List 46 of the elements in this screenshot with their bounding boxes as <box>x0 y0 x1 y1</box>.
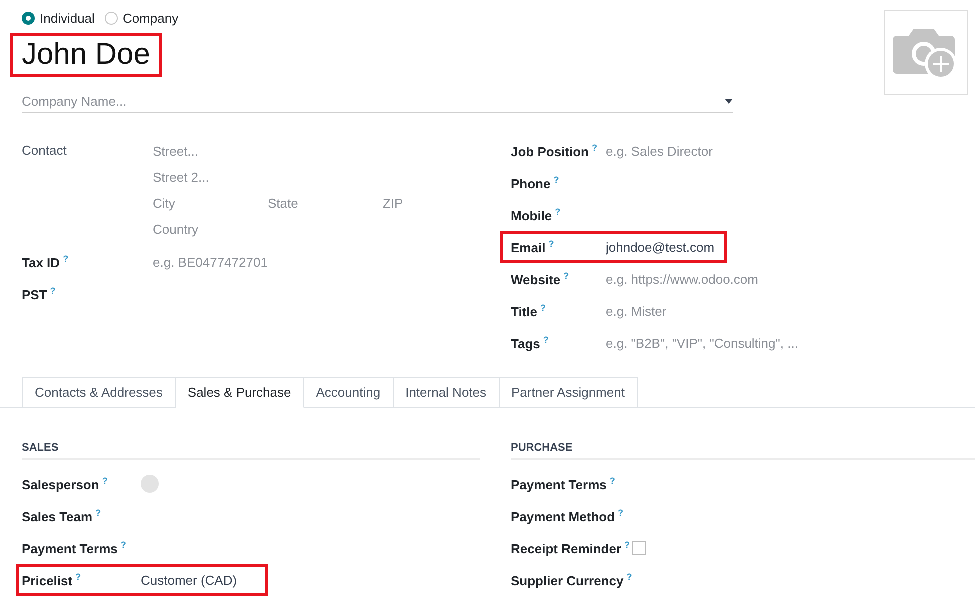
checkbox[interactable] <box>632 541 646 555</box>
input-field[interactable]: Customer (CAD) <box>141 572 255 588</box>
input-field[interactable]: johndoe@test.com <box>606 240 720 254</box>
address-field[interactable]: City <box>153 196 268 210</box>
tab[interactable]: Sales & Purchase <box>176 377 304 408</box>
tab[interactable]: Partner Assignment <box>500 377 638 408</box>
field-label: Payment Terms $^{?}$ <box>511 476 616 492</box>
tab[interactable]: Contacts & Addresses <box>22 377 176 408</box>
field-label: Contact <box>22 142 68 160</box>
field-label: Job Position $^{?}$ <box>511 142 598 160</box>
field-label: Title $^{?}$ <box>511 302 547 320</box>
section-heading: PURCHASE <box>511 442 975 460</box>
field-label: Pricelist $^{?}$ <box>22 572 82 588</box>
address-field[interactable]: State <box>268 196 383 210</box>
address-field[interactable]: Street 2... <box>153 170 268 184</box>
contact-name-field[interactable]: John Doe <box>10 33 162 77</box>
tab[interactable]: Internal Notes <box>394 377 500 408</box>
field-label: Mobile $^{?}$ <box>511 206 562 224</box>
field-label: Tags $^{?}$ <box>511 334 550 352</box>
input-field[interactable]: e.g. Mister <box>606 304 936 318</box>
field-label: Receipt Reminder $^{?}$ <box>511 540 630 556</box>
input-field[interactable]: e.g. BE0477472701 <box>153 254 483 270</box>
partner-type-radio[interactable]: Individual <box>22 11 95 26</box>
partner-type-radio[interactable]: Company <box>104 11 179 26</box>
caret-icon <box>725 98 733 104</box>
input-field[interactable]: e.g. Sales Director <box>606 144 936 158</box>
company-name-field[interactable]: Company Name... <box>22 94 725 108</box>
field-label: Salesperson $^{?}$ <box>22 476 109 492</box>
field-label: Email $^{?}$ <box>511 238 556 256</box>
field-label: Website $^{?}$ <box>511 270 570 288</box>
field-label: Supplier Currency $^{?}$ <box>511 572 632 588</box>
photo-upload[interactable] <box>884 10 968 95</box>
avatar-placeholder-icon[interactable] <box>141 475 159 493</box>
input-field[interactable]: e.g. "B2B", "VIP", "Consulting", ... <box>606 336 936 350</box>
tab[interactable]: Accounting <box>304 377 394 408</box>
field-label: Tax ID $^{?}$ <box>22 254 70 270</box>
address-field[interactable]: Street... <box>153 144 268 158</box>
field-label: Payment Method $^{?}$ <box>511 508 624 524</box>
address-field[interactable]: ZIP <box>383 196 498 210</box>
field-label: PST $^{?}$ <box>22 286 57 302</box>
section-heading: SALES <box>22 442 480 460</box>
field-label: Phone $^{?}$ <box>511 174 560 192</box>
input-field[interactable]: e.g. https://www.odoo.com <box>606 272 936 286</box>
field-label: Sales Team $^{?}$ <box>22 508 102 524</box>
field-label: Payment Terms $^{?}$ <box>22 540 128 556</box>
address-field[interactable]: Country <box>153 222 268 236</box>
